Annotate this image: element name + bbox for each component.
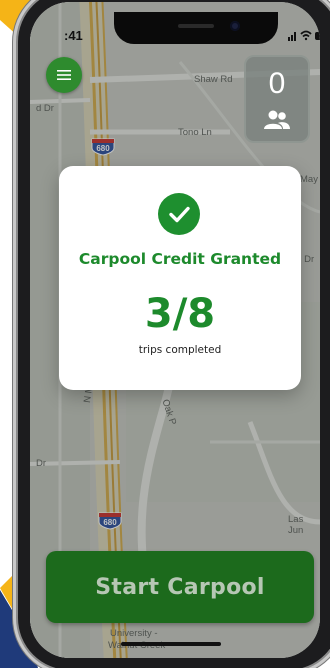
passenger-count-box[interactable]: 0 [244, 55, 310, 143]
home-indicator[interactable] [121, 642, 221, 646]
front-camera [230, 21, 240, 31]
carpool-credit-card: Carpool Credit Granted 3/8 trips complet… [59, 166, 301, 390]
check-circle-icon [158, 193, 200, 235]
passenger-count: 0 [268, 67, 286, 100]
start-carpool-button[interactable]: Start Carpool [46, 551, 314, 623]
trip-progress-caption: trips completed [138, 344, 222, 356]
status-time: :41 [64, 28, 83, 43]
card-title: Carpool Credit Granted [78, 250, 282, 268]
cellular-signal-icon [288, 32, 296, 41]
battery-icon [315, 32, 320, 40]
people-icon [264, 110, 290, 129]
menu-button[interactable] [46, 57, 82, 93]
screenshot-stage: Shaw Rd Tono Ln d Dr May ell Dr N Main S… [0, 0, 330, 668]
wifi-icon [300, 30, 312, 41]
hamburger-menu-icon [57, 70, 71, 80]
status-icons [288, 30, 320, 41]
speaker-grille [178, 24, 214, 28]
app-screen: Shaw Rd Tono Ln d Dr May ell Dr N Main S… [30, 2, 320, 658]
device-notch [114, 12, 278, 44]
trip-progress: 3/8 [144, 291, 216, 337]
start-carpool-label: Start Carpool [95, 574, 265, 600]
